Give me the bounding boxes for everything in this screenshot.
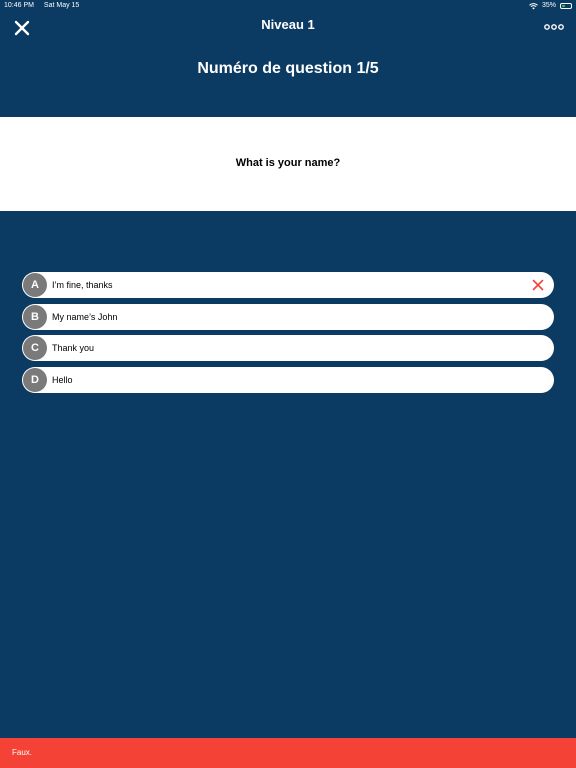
feedback-text: Faux. (12, 748, 33, 757)
answer-text: Hello (52, 374, 73, 385)
answer-letter: B (23, 304, 47, 329)
answer-text: My name’s John (52, 311, 118, 322)
status-date: Sat May 15 (43, 2, 80, 9)
answer-letter: C (23, 336, 47, 360)
status-right: 35% (529, 0, 572, 12)
status-time: 10:46 PM (4, 2, 34, 9)
answer-text: Thank you (52, 343, 95, 353)
wifi-icon (529, 2, 538, 9)
question-number: Numéro de question 1/5 (197, 60, 379, 77)
battery-level (562, 5, 565, 7)
wrong-answer-icon (532, 279, 544, 291)
answer-list: A I’m fine, thanks B My name’s John C Th… (22, 272, 554, 398)
answer-letter: A (23, 273, 47, 297)
battery-percent: 35% (541, 2, 556, 9)
answer-option-d[interactable]: D Hello (22, 366, 554, 393)
more-icon[interactable] (544, 22, 564, 32)
answer-option-a[interactable]: A I’m fine, thanks (22, 272, 554, 298)
status-left: 10:46 PM Sat May 15 (4, 0, 87, 12)
question-text: What is your name? (235, 157, 341, 169)
battery-icon (560, 3, 572, 9)
answer-letter: D (23, 367, 47, 392)
nav-title: Niveau 1 (261, 17, 315, 32)
status-bar: 10:46 PM Sat May 15 35% (0, 0, 576, 12)
quiz-screen: 10:46 PM Sat May 15 35% Niveau 1 Numéro … (0, 0, 576, 768)
nav-bar: Niveau 1 (0, 12, 576, 42)
question-card: What is your name? (0, 117, 576, 211)
feedback-bar: Faux. (0, 738, 576, 768)
answer-option-c[interactable]: C Thank you (22, 335, 554, 361)
answer-option-b[interactable]: B My name’s John (22, 303, 554, 330)
answer-text: I’m fine, thanks (52, 280, 113, 290)
